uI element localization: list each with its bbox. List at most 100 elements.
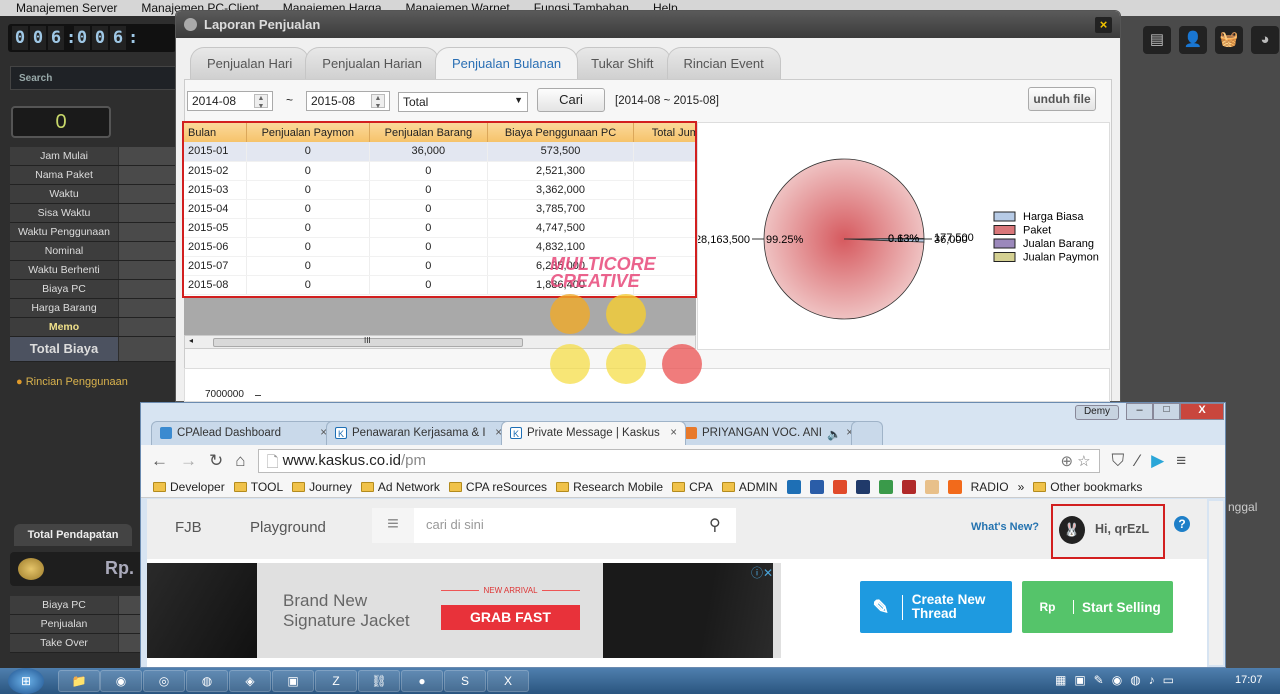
whats-new-link[interactable]: What's New? [971,521,1039,533]
bookmark-favicon-icon[interactable] [924,479,939,494]
basket-icon[interactable]: 🧺 [1215,26,1243,54]
page-scrollbar[interactable] [1209,501,1223,665]
table-row[interactable]: 2015-07006,235,0006,235,000 [184,256,695,276]
table-row[interactable]: 2015-05004,747,5004,747,500 [184,218,695,238]
type-select[interactable]: Total ▼ [398,92,528,112]
horizontal-scrollbar[interactable]: ◂ III [184,335,696,349]
table-row[interactable]: 2015-02002,521,3002,521,300 [184,161,695,181]
browser-tab[interactable]: PRIYANGAN VOC. ANI 🔈 × [676,421,861,445]
profile-button[interactable]: Demy [1075,405,1119,420]
play-extension-icon[interactable]: ▶ [1151,451,1164,471]
table-row[interactable]: 2015-06004,832,1004,832,100 [184,237,695,257]
cari-button[interactable]: Cari [537,88,605,112]
app-taskbar-icon[interactable]: ◍ [186,670,228,692]
skype-taskbar-icon[interactable]: S [444,670,486,692]
bookmark-folder[interactable]: Ad Network [360,480,440,494]
app-taskbar-icon[interactable]: ◈ [229,670,271,692]
bookmark-favicon-icon[interactable] [947,479,962,494]
menu-icon[interactable]: ≡ [1176,451,1186,471]
tab-tukar-shift[interactable]: Tukar Shift [574,47,671,79]
rincian-penggunaan[interactable]: ● Rincian Penggunaan [10,372,176,392]
column-header[interactable]: Biaya Penggunaan PC [487,123,635,142]
bookmark-favicon-icon[interactable] [878,479,893,494]
chart-icon[interactable]: ◕ [1251,26,1279,54]
column-header[interactable]: Total Jumlah Penjualan [633,123,695,142]
spinner-arrows-icon[interactable]: ▲ ▼ [254,94,268,110]
ad-info-icon[interactable]: ⓘ✕ [751,564,773,581]
app-taskbar-icon[interactable]: ▣ [272,670,314,692]
minimize-button[interactable]: – [1126,403,1153,420]
filezilla-taskbar-icon[interactable]: Z [315,670,357,692]
table-row[interactable]: 2015-03003,362,0003,362,000 [184,180,695,200]
grab-fast-button[interactable]: GRAB FAST [441,605,580,630]
bookmark-folder[interactable]: Journey [292,480,352,494]
browser-tab[interactable]: CPAlead Dashboard × [151,421,336,445]
tab-penjualan-harian[interactable]: Penjualan Harian [305,47,440,79]
search-icon[interactable]: ⚲ [709,515,721,535]
bookmark-folder[interactable]: CPA [672,480,713,494]
bookmark-folder[interactable]: CPA reSources [448,480,547,494]
column-header[interactable]: Penjualan Barang [369,123,488,142]
start-button[interactable]: ⊞ [8,668,44,694]
address-bar[interactable]: 🗋 www.kaskus.co.id/pm ⊕ ☆ [257,448,1100,473]
table-row[interactable]: 2015-04003,785,7003,785,700 [184,199,695,219]
nav-fjb[interactable]: FJB [175,519,202,536]
user-icon[interactable]: 👤 [1179,26,1207,54]
maximize-button[interactable]: □ [1153,403,1180,420]
app-taskbar-icon[interactable]: ● [401,670,443,692]
close-window-button[interactable]: X [1180,403,1224,420]
scroll-thumb[interactable]: III [213,336,523,347]
start-selling-button[interactable]: Rp Start Selling [1022,581,1173,633]
table-row[interactable]: 2015-08001,886,4001,886,400 [184,275,695,295]
bookmark-favicon-icon[interactable] [855,479,870,494]
tab-rincian-event[interactable]: Rincian Event [666,47,781,79]
help-icon[interactable]: ? [1174,516,1190,532]
bookmark-favicon-icon[interactable] [901,479,916,494]
unduh-file-button[interactable]: unduh file [1028,87,1096,111]
column-header[interactable]: Penjualan Paymon [246,123,371,142]
browser-tab-active[interactable]: K Private Message | Kaskus × [501,421,686,445]
reload-icon[interactable]: ↻ [209,451,223,471]
taskbar-clock[interactable]: 17:07 [1235,674,1263,686]
table-row[interactable]: 2015-01036,000573,500609,500 [184,142,695,162]
column-header[interactable]: Bulan [184,123,247,142]
eyedropper-extension-icon[interactable]: ⁄ [1136,451,1139,471]
network-taskbar-icon[interactable]: ⛓ [358,670,400,692]
zoom-icon[interactable]: ⊕ [1061,452,1074,470]
system-tray-icons[interactable]: ▦▣✎◉◍♪▭ [1055,673,1182,687]
star-icon[interactable]: ☆ [1077,452,1090,470]
home-icon[interactable]: ⌂ [235,451,245,471]
bookmark-folder[interactable]: Developer [153,480,225,494]
chrome-taskbar-icon[interactable]: ◎ [143,670,185,692]
scroll-left-icon[interactable]: ◂ [189,336,193,345]
category-menu-icon[interactable]: ≡ [372,508,414,543]
document-icon[interactable]: ▤ [1143,26,1171,54]
nav-playground[interactable]: Playground [250,519,326,536]
tab-total-pendapatan[interactable]: Total Pendapatan [14,524,132,546]
to-month-spinner[interactable]: 2015-08 ▲ ▼ [306,91,390,111]
search-input[interactable]: Search [10,66,176,90]
advertisement-banner[interactable]: Brand New Signature Jacket NEW ARRIVAL GR… [147,563,781,658]
excel-taskbar-icon[interactable]: X [487,670,529,692]
tab-penjualan-hari[interactable]: Penjualan Hari [190,47,310,79]
user-menu[interactable]: 🐰 Hi, qrEzL [1051,504,1165,559]
browser-tab[interactable]: K Penawaran Kerjasama & I × [326,421,511,445]
close-button[interactable]: × [1095,17,1112,33]
bookmark-favicon-icon[interactable] [832,479,847,494]
bookmark-folder[interactable]: ADMIN [721,480,778,494]
bookmark-favicon-icon[interactable] [809,479,824,494]
bookmark-folder[interactable]: Research Mobile [556,480,663,494]
bookmark-favicon-icon[interactable] [786,479,801,494]
more-bookmarks[interactable]: » [1018,480,1025,494]
close-tab-icon[interactable]: × [670,427,677,440]
explorer-taskbar-icon[interactable]: 📁 [58,670,100,692]
tab-penjualan-bulanan[interactable]: Penjualan Bulanan [435,47,579,79]
radio-bookmark[interactable]: RADIO [971,480,1009,494]
new-tab-button[interactable] [851,421,883,445]
create-new-thread-button[interactable]: ✎ Create New Thread [860,581,1012,633]
search-input[interactable]: cari di sini [414,508,736,543]
from-month-spinner[interactable]: 2014-08 ▲ ▼ [187,91,273,111]
shield-extension-icon[interactable]: ⛉ [1112,451,1125,471]
menu-manajemen-server[interactable]: Manajemen Server [0,0,125,16]
back-icon[interactable]: ← [151,451,168,471]
